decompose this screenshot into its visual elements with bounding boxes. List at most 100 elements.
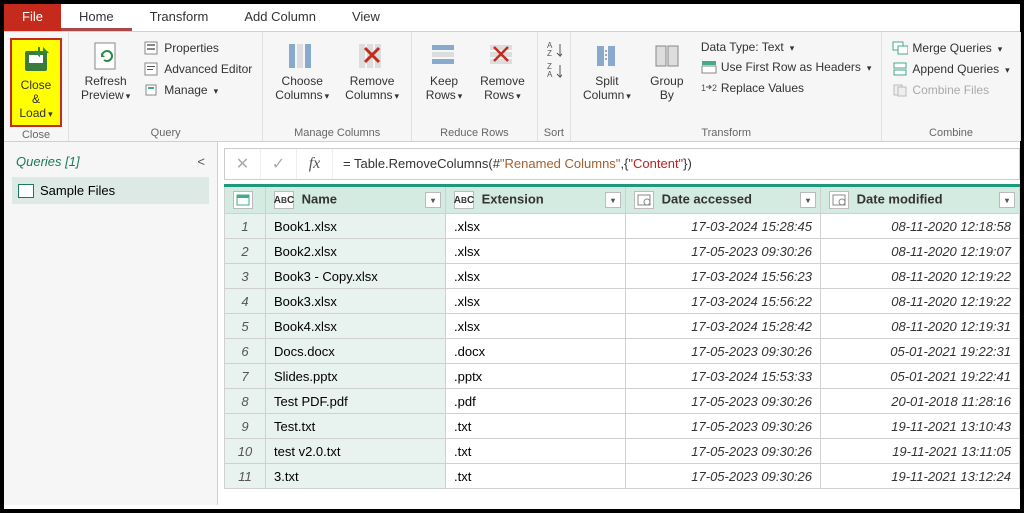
cell-name[interactable]: Book1.xlsx xyxy=(266,214,446,239)
table-row[interactable]: 113.txt.txt17-05-2023 09:30:2619-11-2021… xyxy=(225,464,1020,489)
cell-extension[interactable]: .txt xyxy=(446,414,626,439)
cell-accessed[interactable]: 17-05-2023 09:30:26 xyxy=(626,389,821,414)
split-column-button[interactable]: Split Column xyxy=(577,38,637,105)
filter-icon[interactable]: ▾ xyxy=(605,192,621,208)
formula-confirm-button[interactable]: ✓ xyxy=(261,149,297,179)
formula-cancel-button[interactable]: ✕ xyxy=(225,149,261,179)
keep-rows-button[interactable]: Keep Rows xyxy=(418,38,470,105)
cell-extension[interactable]: .txt xyxy=(446,439,626,464)
cell-accessed[interactable]: 17-05-2023 09:30:26 xyxy=(626,339,821,364)
cell-modified[interactable]: 05-01-2021 19:22:41 xyxy=(821,364,1020,389)
table-row[interactable]: 5Book4.xlsx.xlsx17-03-2024 15:28:4208-11… xyxy=(225,314,1020,339)
cell-accessed[interactable]: 17-05-2023 09:30:26 xyxy=(626,439,821,464)
cell-modified[interactable]: 19-11-2021 13:11:05 xyxy=(821,439,1020,464)
table-row[interactable]: 1Book1.xlsx.xlsx17-03-2024 15:28:4508-11… xyxy=(225,214,1020,239)
first-row-headers-button[interactable]: Use First Row as Headers xyxy=(697,57,876,77)
cell-accessed[interactable]: 17-05-2023 09:30:26 xyxy=(626,464,821,489)
tab-home[interactable]: Home xyxy=(61,4,132,31)
content-area: ✕ ✓ fx = Table.RemoveColumns(#"Renamed C… xyxy=(218,142,1020,505)
cell-extension[interactable]: .xlsx xyxy=(446,214,626,239)
table-row[interactable]: 4Book3.xlsx.xlsx17-03-2024 15:56:2208-11… xyxy=(225,289,1020,314)
cell-modified[interactable]: 08-11-2020 12:19:22 xyxy=(821,289,1020,314)
cell-extension[interactable]: .pdf xyxy=(446,389,626,414)
cell-name[interactable]: 3.txt xyxy=(266,464,446,489)
cell-modified[interactable]: 08-11-2020 12:19:07 xyxy=(821,239,1020,264)
filter-icon[interactable]: ▾ xyxy=(425,192,441,208)
table-row[interactable]: 10test v2.0.txt.txt17-05-2023 09:30:2619… xyxy=(225,439,1020,464)
cell-extension[interactable]: .docx xyxy=(446,339,626,364)
cell-modified[interactable]: 08-11-2020 12:18:58 xyxy=(821,214,1020,239)
close-load-icon xyxy=(20,44,52,76)
tab-file[interactable]: File xyxy=(4,4,61,31)
cell-modified[interactable]: 08-11-2020 12:19:31 xyxy=(821,314,1020,339)
table-row[interactable]: 8Test PDF.pdf.pdf17-05-2023 09:30:2620-0… xyxy=(225,389,1020,414)
fx-icon[interactable]: fx xyxy=(297,149,333,179)
close-and-load-button[interactable]: Close & Load xyxy=(10,38,62,127)
properties-button[interactable]: Properties xyxy=(140,38,256,58)
tab-transform[interactable]: Transform xyxy=(132,4,227,31)
cell-modified[interactable]: 19-11-2021 13:12:24 xyxy=(821,464,1020,489)
refresh-preview-button[interactable]: Refresh Preview xyxy=(75,38,136,105)
cell-name[interactable]: Book3 - Copy.xlsx xyxy=(266,264,446,289)
column-header-accessed[interactable]: Date accessed ▾ xyxy=(626,186,821,214)
remove-rows-button[interactable]: Remove Rows xyxy=(474,38,531,105)
cell-name[interactable]: test v2.0.txt xyxy=(266,439,446,464)
append-queries-button[interactable]: Append Queries xyxy=(888,59,1013,79)
filter-icon[interactable]: ▾ xyxy=(800,192,816,208)
group-by-button[interactable]: Group By xyxy=(641,38,693,104)
table-row[interactable]: 3Book3 - Copy.xlsx.xlsx17-03-2024 15:56:… xyxy=(225,264,1020,289)
cell-accessed[interactable]: 17-03-2024 15:56:22 xyxy=(626,289,821,314)
cell-accessed[interactable]: 17-03-2024 15:28:42 xyxy=(626,314,821,339)
tab-add-column[interactable]: Add Column xyxy=(226,4,334,31)
column-header-extension[interactable]: ABC Extension ▾ xyxy=(446,186,626,214)
cell-extension[interactable]: .xlsx xyxy=(446,264,626,289)
combine-files-button[interactable]: Combine Files xyxy=(888,80,1013,100)
queries-header[interactable]: Queries [1] < xyxy=(12,150,209,173)
column-header-name[interactable]: ABC Name ▾ xyxy=(266,186,446,214)
sort-asc-button[interactable]: AZ xyxy=(544,40,564,60)
cell-modified[interactable]: 19-11-2021 13:10:43 xyxy=(821,414,1020,439)
sort-desc-button[interactable]: ZA xyxy=(544,61,564,81)
cell-extension[interactable]: .pptx xyxy=(446,364,626,389)
cell-extension[interactable]: .xlsx xyxy=(446,314,626,339)
cell-name[interactable]: Test PDF.pdf xyxy=(266,389,446,414)
cell-extension[interactable]: .xlsx xyxy=(446,239,626,264)
cell-modified[interactable]: 05-01-2021 19:22:31 xyxy=(821,339,1020,364)
cell-extension[interactable]: .txt xyxy=(446,464,626,489)
cell-modified[interactable]: 08-11-2020 12:19:22 xyxy=(821,264,1020,289)
table-row[interactable]: 9Test.txt.txt17-05-2023 09:30:2619-11-20… xyxy=(225,414,1020,439)
cell-extension[interactable]: .xlsx xyxy=(446,289,626,314)
table-row[interactable]: 6Docs.docx.docx17-05-2023 09:30:2605-01-… xyxy=(225,339,1020,364)
cell-accessed[interactable]: 17-05-2023 09:30:26 xyxy=(626,414,821,439)
cell-name[interactable]: Docs.docx xyxy=(266,339,446,364)
cell-accessed[interactable]: 17-03-2024 15:28:45 xyxy=(626,214,821,239)
merge-queries-button[interactable]: Merge Queries xyxy=(888,38,1013,58)
group-by-icon xyxy=(651,40,683,72)
cell-accessed[interactable]: 17-03-2024 15:56:23 xyxy=(626,264,821,289)
tab-view[interactable]: View xyxy=(334,4,398,31)
cell-name[interactable]: Book2.xlsx xyxy=(266,239,446,264)
cell-name[interactable]: Slides.pptx xyxy=(266,364,446,389)
cell-name[interactable]: Test.txt xyxy=(266,414,446,439)
query-item-sample-files[interactable]: Sample Files xyxy=(12,177,209,204)
choose-columns-button[interactable]: Choose Columns xyxy=(269,38,335,105)
replace-values-button[interactable]: 12 Replace Values xyxy=(697,78,876,98)
filter-icon[interactable]: ▾ xyxy=(999,192,1015,208)
formula-input[interactable]: = Table.RemoveColumns(#"Renamed Columns"… xyxy=(333,156,702,172)
column-header-modified[interactable]: Date modified ▾ xyxy=(821,186,1020,214)
advanced-editor-button[interactable]: Advanced Editor xyxy=(140,59,256,79)
cell-accessed[interactable]: 17-05-2023 09:30:26 xyxy=(626,239,821,264)
cell-name[interactable]: Book3.xlsx xyxy=(266,289,446,314)
remove-columns-button[interactable]: Remove Columns xyxy=(339,38,405,105)
table-corner[interactable] xyxy=(225,186,266,214)
cell-accessed[interactable]: 17-03-2024 15:53:33 xyxy=(626,364,821,389)
cell-modified[interactable]: 20-01-2018 11:28:16 xyxy=(821,389,1020,414)
data-type-button[interactable]: Data Type: Text xyxy=(697,38,876,56)
cell-name[interactable]: Book4.xlsx xyxy=(266,314,446,339)
table-row[interactable]: 7Slides.pptx.pptx17-03-2024 15:53:3305-0… xyxy=(225,364,1020,389)
split-column-icon xyxy=(591,40,623,72)
collapse-icon[interactable]: < xyxy=(197,154,205,169)
table-row[interactable]: 2Book2.xlsx.xlsx17-05-2023 09:30:2608-11… xyxy=(225,239,1020,264)
manage-button[interactable]: Manage xyxy=(140,80,256,100)
queries-pane: Queries [1] < Sample Files xyxy=(4,142,218,505)
